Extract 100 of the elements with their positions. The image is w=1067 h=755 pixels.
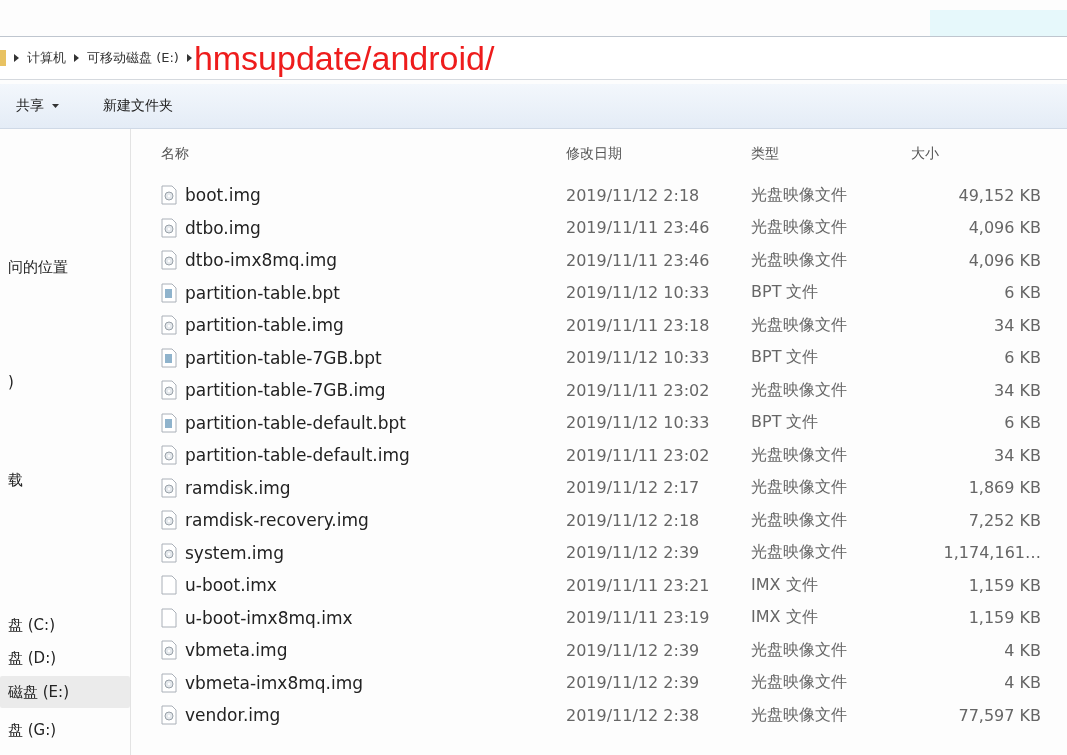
file-name[interactable]: ramdisk-recovery.img	[161, 510, 566, 531]
type-cell-text: 光盘映像文件	[751, 542, 848, 564]
disc-image-icon	[161, 477, 177, 498]
sidebar-item[interactable]: 磁盘 (E:)	[0, 676, 130, 708]
size-cell-text: 6 KB	[1003, 283, 1041, 303]
type-cell-text: 光盘映像文件	[751, 444, 848, 466]
annotation-text: hmsupdate/android/	[193, 38, 495, 78]
date-cell-text: 2019/11/12 10:33	[566, 413, 711, 433]
disc-image-icon	[161, 315, 177, 336]
size-cell-text: 49,152 KB	[957, 185, 1041, 205]
sidebar-item[interactable]: 盘 (G:)	[0, 714, 130, 746]
file-name[interactable]: vendor.img	[161, 705, 566, 726]
file-name[interactable]: partition-table-7GB.bpt	[161, 347, 566, 368]
sidebar-item[interactable]: 盘 (D:)	[0, 642, 130, 674]
file-name[interactable]: u-boot.imx	[161, 575, 566, 596]
type-cell-text: 光盘映像文件	[751, 704, 848, 726]
date-cell-text: 2019/11/12 2:18	[566, 185, 701, 205]
size-cell-text: 4 KB	[1003, 673, 1041, 693]
date-cell-text: 2019/11/12 10:33	[566, 348, 711, 368]
file-name[interactable]: ramdisk.img	[161, 477, 566, 498]
file-name[interactable]: u-boot-imx8mq.imx	[161, 607, 566, 628]
date-cell-text: 2019/11/12 10:33	[566, 283, 711, 303]
file-name[interactable]: partition-table-7GB.img	[161, 380, 566, 401]
sidebar-item[interactable]: )	[0, 366, 130, 398]
sidebar-item[interactable]: 问的位置	[0, 251, 130, 283]
disc-image-icon	[161, 672, 177, 693]
date-cell-text: 2019/11/11 23:18	[566, 315, 711, 335]
breadcrumb[interactable]: 可移动磁盘 (E:)	[87, 49, 179, 67]
toolbar-button[interactable]: 共享	[14, 93, 61, 119]
type-cell-text: 光盘映像文件	[751, 639, 848, 661]
disc-image-icon	[161, 217, 177, 238]
type-cell-text: IMX 文件	[751, 574, 819, 596]
chevron-icon	[14, 54, 19, 62]
disc-image-icon	[161, 250, 177, 271]
size-cell-text: 4 KB	[1003, 640, 1041, 660]
type-cell-text: 光盘映像文件	[751, 672, 848, 694]
document-icon	[161, 412, 177, 433]
sidebar-item[interactable]: 盘 (C:)	[0, 609, 130, 641]
date-cell-text: 2019/11/11 23:02	[566, 380, 711, 400]
date-cell-text: 2019/11/12 2:39	[566, 640, 701, 660]
column-header[interactable]: 大小	[911, 145, 1041, 163]
toolbar-button[interactable]: 新建文件夹	[101, 93, 175, 119]
file-name[interactable]: dtbo.img	[161, 217, 566, 238]
sidebar-item[interactable]: 载	[0, 464, 130, 496]
disc-image-icon	[161, 380, 177, 401]
file-name[interactable]: boot.img	[161, 185, 566, 206]
type-cell-text: 光盘映像文件	[751, 249, 848, 271]
type-cell-text: BPT 文件	[751, 412, 820, 434]
date-cell-text: 2019/11/12 2:39	[566, 673, 701, 693]
type-cell-text: 光盘映像文件	[751, 477, 848, 499]
type-cell-text: 光盘映像文件	[751, 509, 848, 531]
date-cell-text: 2019/11/11 23:21	[566, 575, 711, 595]
folder-icon	[0, 50, 6, 66]
date-cell-text: 2019/11/11 23:46	[566, 218, 711, 238]
date-cell-text: 2019/11/12 2:17	[566, 478, 701, 498]
address-bar[interactable]: 计算机 可移动磁盘 (E:) hmsupdate/android/	[0, 36, 1067, 80]
size-cell-text: 1,174,161…	[942, 543, 1041, 563]
file-name[interactable]: vbmeta-imx8mq.img	[161, 672, 566, 693]
disc-image-icon	[161, 445, 177, 466]
disc-image-icon	[161, 705, 177, 726]
type-cell-text: 光盘映像文件	[751, 314, 848, 336]
type-cell-text: 光盘映像文件	[751, 379, 848, 401]
chevron-icon	[74, 54, 79, 62]
date-cell-text: 2019/11/12 2:18	[566, 510, 701, 530]
disc-image-icon	[161, 185, 177, 206]
file-name[interactable]: partition-table.img	[161, 315, 566, 336]
date-cell-text: 2019/11/11 23:46	[566, 250, 711, 270]
column-header[interactable]: 类型	[751, 145, 911, 163]
disc-image-icon	[161, 510, 177, 531]
size-cell-text: 1,159 KB	[967, 608, 1041, 628]
size-cell-text: 4,096 KB	[967, 218, 1041, 238]
file-name[interactable]: dtbo-imx8mq.img	[161, 250, 566, 271]
size-cell-text: 1,159 KB	[967, 575, 1041, 595]
file-name[interactable]: system.img	[161, 542, 566, 563]
type-cell-text: BPT 文件	[751, 282, 820, 304]
size-cell-text: 34 KB	[993, 445, 1041, 465]
size-cell-text: 4,096 KB	[967, 250, 1041, 270]
blank-file-icon	[161, 607, 177, 628]
size-cell-text: 77,597 KB	[957, 705, 1041, 725]
size-cell-text: 7,252 KB	[967, 510, 1041, 530]
document-icon	[161, 282, 177, 303]
date-cell-text: 2019/11/11 23:02	[566, 445, 711, 465]
file-name[interactable]: vbmeta.img	[161, 640, 566, 661]
file-name[interactable]: partition-table.bpt	[161, 282, 566, 303]
column-header[interactable]: 修改日期	[566, 145, 751, 163]
file-name[interactable]: partition-table-default.img	[161, 445, 566, 466]
blank-file-icon	[161, 575, 177, 596]
type-cell-text: 光盘映像文件	[751, 184, 848, 206]
chevron-icon	[186, 54, 192, 62]
file-name[interactable]: partition-table-default.bpt	[161, 412, 566, 433]
type-cell-text: 光盘映像文件	[751, 217, 848, 239]
type-cell-text: IMX 文件	[751, 607, 819, 629]
size-cell-text: 1,869 KB	[967, 478, 1041, 498]
breadcrumb[interactable]: 计算机	[27, 49, 66, 67]
disc-image-icon	[161, 640, 177, 661]
type-cell-text: BPT 文件	[751, 347, 820, 369]
date-cell-text: 2019/11/12 2:39	[566, 543, 701, 563]
column-header[interactable]: 名称	[161, 145, 566, 163]
disc-image-icon	[161, 542, 177, 563]
size-cell-text: 34 KB	[993, 315, 1041, 335]
